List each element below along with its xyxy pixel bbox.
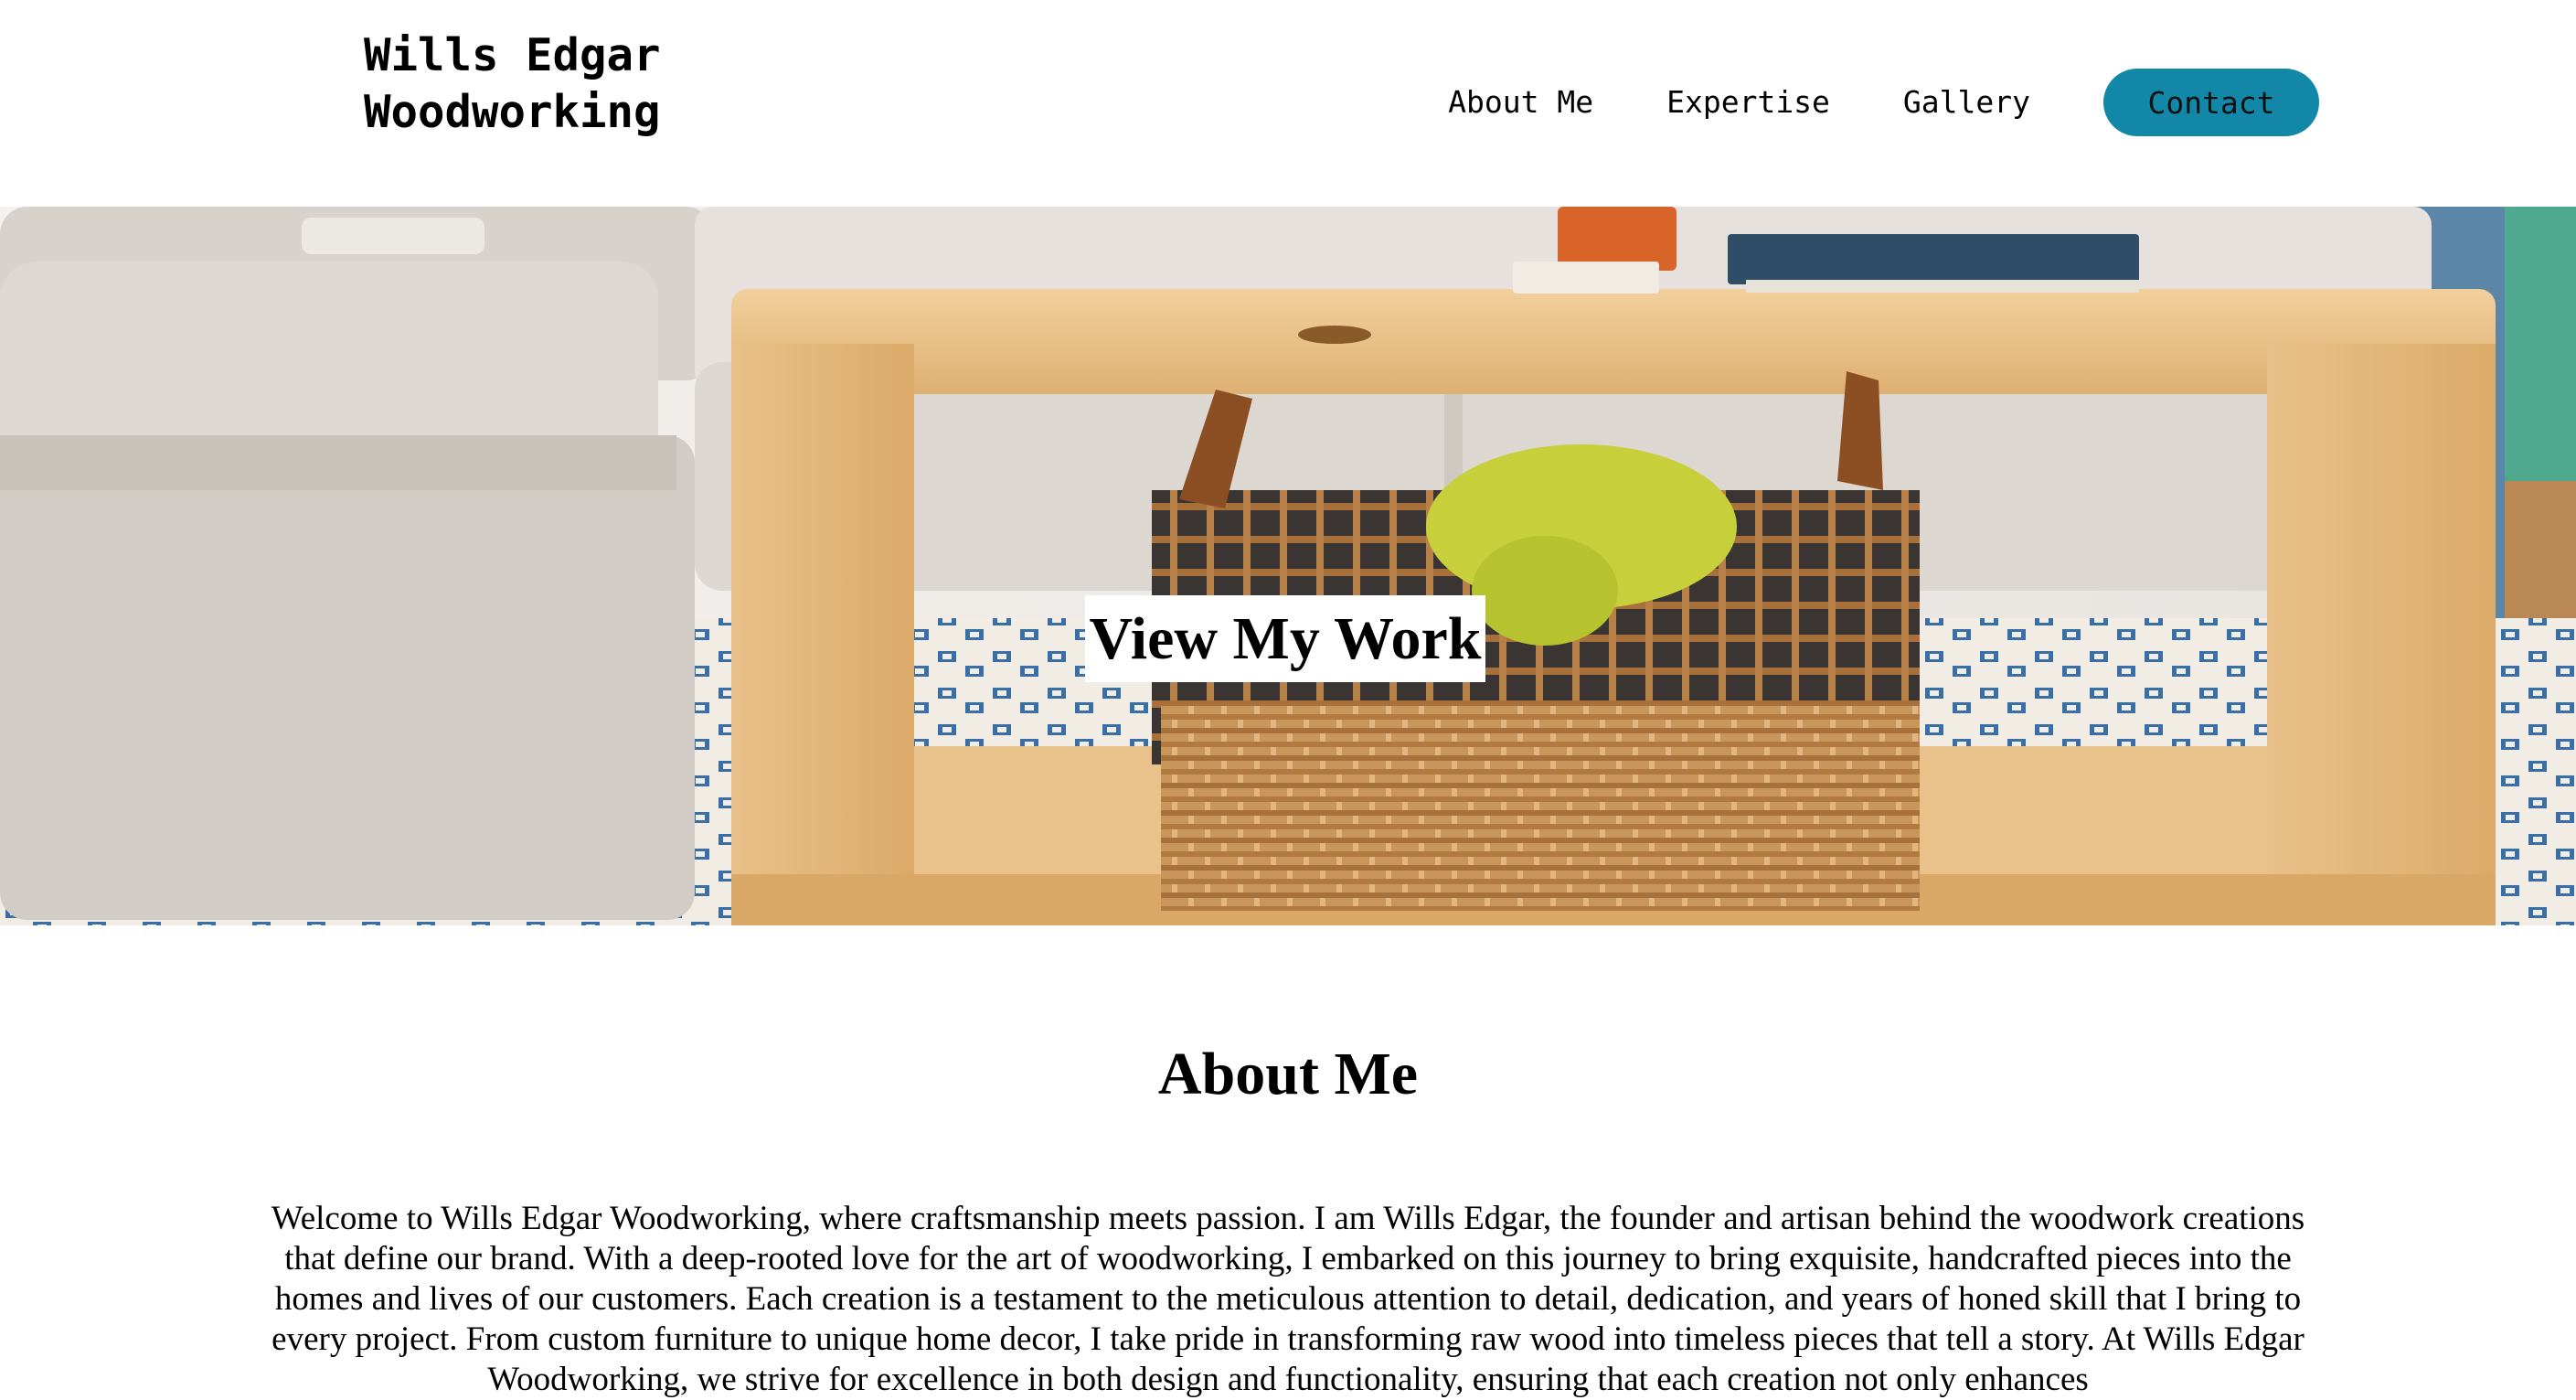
nav-link-expertise[interactable]: Expertise (1666, 69, 1830, 136)
main-nav: About Me Expertise Gallery Contact (1448, 69, 2319, 136)
brand-logo-text[interactable]: Wills Edgar Woodworking (364, 27, 748, 141)
site-header: Wills Edgar Woodworking About Me Experti… (0, 0, 2576, 207)
about-paragraph: Welcome to Wills Edgar Woodworking, wher… (271, 1200, 2305, 1398)
hero-image (0, 207, 2576, 925)
nav-link-about[interactable]: About Me (1448, 69, 1593, 136)
hero-section: View My Work (0, 207, 2576, 925)
view-my-work-button[interactable]: View My Work (1085, 595, 1485, 682)
contact-button[interactable]: Contact (2103, 69, 2319, 136)
about-heading: About Me (1157, 1041, 1419, 1107)
nav-link-gallery[interactable]: Gallery (1903, 69, 2030, 136)
